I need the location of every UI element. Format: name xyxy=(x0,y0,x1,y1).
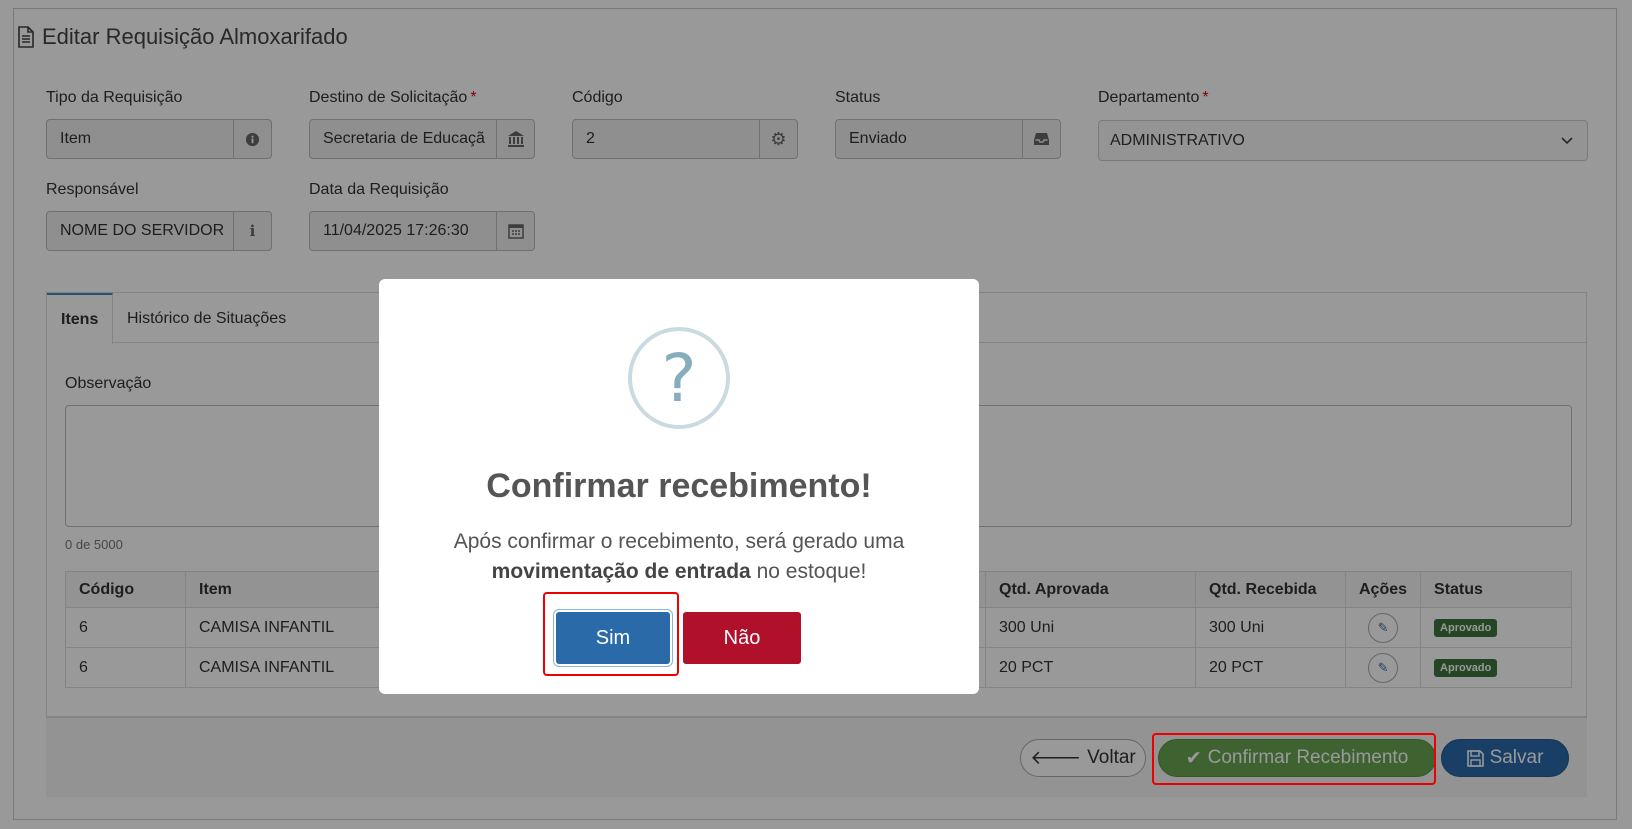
highlight-confirmar xyxy=(1152,733,1436,785)
sim-button[interactable]: Sim xyxy=(556,612,670,664)
dialog-title: Confirmar recebimento! xyxy=(486,467,872,505)
confirm-dialog: ? Confirmar recebimento! Após confirmar … xyxy=(379,279,979,694)
question-icon: ? xyxy=(628,327,730,429)
dialog-message: Após confirmar o recebimento, será gerad… xyxy=(453,530,905,583)
nao-button[interactable]: Não xyxy=(683,612,801,664)
